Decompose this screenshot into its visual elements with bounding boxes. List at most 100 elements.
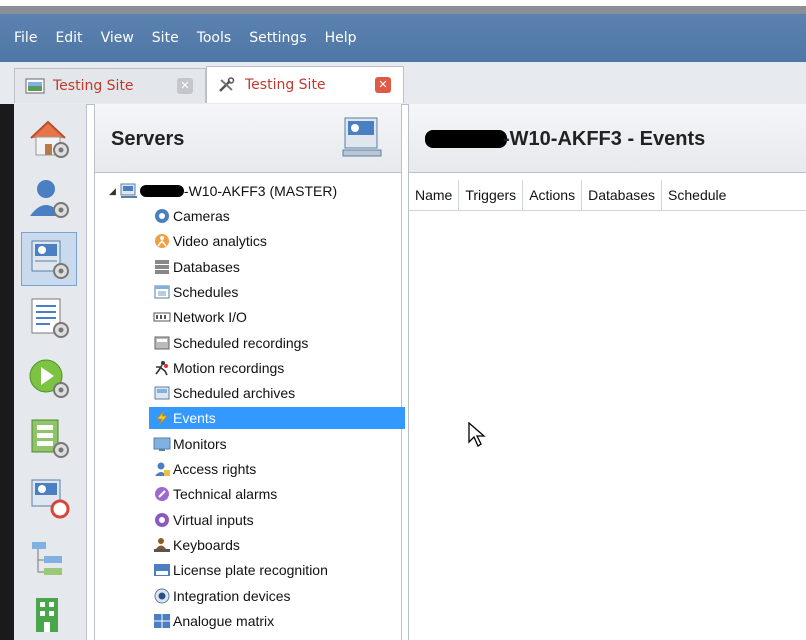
left-edge [0, 104, 14, 640]
network-io-icon [153, 312, 171, 322]
close-icon[interactable]: ✕ [375, 77, 391, 93]
servers-icon[interactable] [21, 232, 77, 286]
server-icon [342, 117, 382, 157]
users-icon[interactable] [22, 172, 76, 224]
servers-header: Servers [95, 104, 401, 173]
redacted-text [139, 185, 184, 197]
camera-icon [155, 209, 169, 223]
tree-item-label: Virtual inputs [173, 511, 254, 528]
menu-tools[interactable]: Tools [197, 30, 232, 46]
tools-icon [219, 77, 235, 92]
tree-item-technical-alarms[interactable]: Technical alarms [153, 483, 277, 505]
close-icon[interactable]: ✕ [177, 78, 193, 94]
mouse-cursor-icon [468, 422, 486, 447]
tab-bar: Testing Site ✕ Testing Site ✕ [0, 62, 806, 105]
tree-item-label: Databases [173, 258, 240, 275]
tree-item-label: License plate recognition [173, 562, 328, 579]
tree-item-label: Video analytics [173, 233, 267, 250]
server-icon [120, 183, 137, 198]
tree-item-events[interactable]: Events [149, 407, 405, 430]
tab-testing-site-1[interactable]: Testing Site ✕ [14, 68, 206, 103]
alarm-icon [155, 487, 169, 502]
tree-root[interactable]: ◢ -W10-AKFF3 (MASTER) [109, 180, 337, 202]
title-bar [0, 6, 806, 14]
servers-title: Servers [111, 128, 185, 150]
building-icon[interactable] [22, 588, 76, 640]
servers-panel: Servers ◢ -W10-AKFF3 (MASTER) Cameras Vid… [94, 104, 405, 640]
tree-item-scheduled-recordings[interactable]: Scheduled recordings [153, 332, 308, 354]
tree-item-scheduled-archives[interactable]: Scheduled archives [153, 382, 295, 404]
column-actions[interactable]: Actions [523, 180, 583, 210]
analytics-icon [155, 234, 169, 249]
tree-item-cameras[interactable]: Cameras [153, 205, 230, 227]
tab-testing-site-2[interactable]: Testing Site ✕ [206, 66, 404, 103]
events-panel: -W10-AKFF3 - Events Name Triggers Action… [408, 104, 806, 640]
tree-item-license-plate-recognition[interactable]: License plate recognition [153, 559, 328, 581]
tree-item-label: Integration devices [173, 587, 291, 604]
motion-icon [155, 360, 168, 376]
archive-icon [154, 386, 170, 400]
menu-settings[interactable]: Settings [249, 30, 306, 46]
play-settings-icon[interactable] [22, 352, 76, 404]
expand-icon[interactable]: ◢ [109, 186, 116, 197]
tree-item-label: Analogue matrix [173, 612, 275, 629]
schedule-icon [154, 285, 170, 299]
events-column-header: Name Triggers Actions Databases Schedule [409, 180, 806, 211]
matrix-icon [154, 613, 170, 628]
tree-item-label: Motion recordings [173, 359, 285, 376]
tab-label: Testing Site [245, 77, 326, 93]
tree-item-access-rights[interactable]: Access rights [153, 458, 256, 480]
tree-item-analogue-matrix[interactable]: Analogue matrix [153, 610, 274, 632]
hardware-icon[interactable] [22, 412, 76, 464]
site-icon [25, 78, 45, 94]
column-name[interactable]: Name [409, 180, 460, 210]
nav-icon-column [14, 104, 87, 640]
menu-file[interactable]: File [14, 30, 37, 46]
tree-item-label: Network I/O [173, 309, 247, 326]
tree-root-label: -W10-AKFF3 (MASTER) [183, 183, 338, 199]
logs-icon[interactable] [22, 292, 76, 344]
tree-item-video-analytics[interactable]: Video analytics [153, 230, 267, 252]
keyboard-icon [154, 537, 170, 552]
database-icon [155, 259, 169, 274]
tree-item-label: Schedules [173, 283, 239, 300]
tree-item-label: Scheduled recordings [173, 334, 309, 351]
tree-item-monitors[interactable]: Monitors [153, 433, 227, 455]
monitor-icon [153, 437, 171, 451]
lightning-icon [156, 411, 168, 426]
menu-view[interactable]: View [101, 30, 134, 46]
column-databases[interactable]: Databases [582, 180, 663, 210]
events-title: -W10-AKFF3 - Events [503, 128, 706, 150]
tree-item-label: Keyboards [173, 536, 240, 553]
column-schedule[interactable]: Schedule [662, 180, 732, 210]
tree-item-label: Technical alarms [173, 486, 278, 503]
tree-item-label: Events [173, 410, 216, 427]
menu-edit[interactable]: Edit [55, 30, 82, 46]
tree-item-label: Monitors [173, 435, 227, 452]
tree-item-integration-devices[interactable]: Integration devices [153, 585, 291, 607]
virtual-input-icon [155, 512, 169, 527]
tree-item-keyboards[interactable]: Keyboards [153, 534, 240, 556]
tab-label: Testing Site [53, 78, 134, 94]
column-triggers[interactable]: Triggers [459, 180, 524, 210]
tree-item-schedules[interactable]: Schedules [153, 281, 238, 303]
tree-item-virtual-inputs[interactable]: Virtual inputs [153, 509, 254, 531]
integration-icon [154, 588, 170, 603]
menu-site[interactable]: Site [152, 30, 179, 46]
tree-item-databases[interactable]: Databases [153, 256, 240, 278]
events-header: -W10-AKFF3 - Events [409, 104, 806, 173]
topology-icon[interactable] [22, 532, 76, 584]
tree-item-motion-recordings[interactable]: Motion recordings [153, 357, 284, 379]
scheduled-recording-icon [154, 336, 170, 349]
tree-item-label: Access rights [173, 461, 257, 477]
server-config-icon[interactable] [22, 472, 76, 524]
tree-item-label: Scheduled archives [173, 385, 296, 402]
access-rights-icon [155, 462, 170, 476]
site-settings-icon[interactable] [22, 112, 76, 164]
menu-bar: File Edit View Site Tools Settings Help [0, 14, 806, 62]
lpr-icon [154, 564, 170, 577]
redacted-text [425, 130, 507, 148]
tree-item-network-i-o[interactable]: Network I/O [153, 306, 247, 328]
menu-help[interactable]: Help [325, 30, 357, 46]
tree-item-label: Cameras [173, 208, 230, 224]
